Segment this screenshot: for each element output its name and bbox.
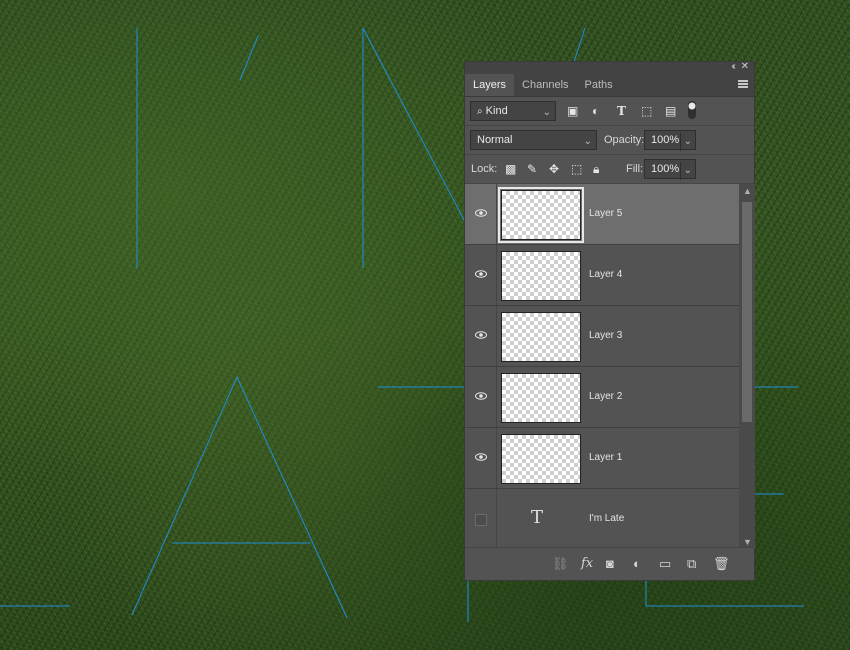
layers-scrollbar[interactable]: ▲ ▼ (739, 184, 755, 549)
tab-paths[interactable]: Paths (577, 74, 621, 96)
opacity-value: 100% (651, 134, 680, 146)
layer-thumbnail[interactable] (501, 434, 581, 484)
layer-thumbnail[interactable] (498, 187, 584, 243)
layer-row-layer-1[interactable]: Layer 1 (465, 428, 739, 489)
add-mask-icon[interactable]: ◙ (606, 556, 614, 572)
layer-row-layer-2[interactable]: Layer 2 (465, 367, 739, 428)
smart-object-filter-icon[interactable]: ▤ (665, 103, 676, 119)
layers-bottom-toolbar: ⛓ fx ◙ ◐ ▭ ⧉ 🗑︎ (465, 547, 754, 580)
lock-image-pixels-icon[interactable]: ✎ (527, 161, 537, 177)
close-icon[interactable]: ✕ (741, 61, 749, 72)
adjustment-layer-icon[interactable]: ◐ (633, 556, 641, 572)
eye-icon (475, 453, 487, 461)
image-filter-icon[interactable]: ▣ (567, 103, 578, 119)
layer-name[interactable]: Layer 1 (589, 428, 622, 488)
visibility-toggle[interactable] (465, 367, 497, 427)
scroll-up-arrow-icon[interactable]: ▲ (743, 186, 752, 196)
guide-line (236, 376, 348, 619)
layer-row-layer-5[interactable]: Layer 5 (465, 184, 739, 245)
fill-value: 100% (651, 163, 680, 175)
blend-mode-select[interactable]: Normal ⌄ (470, 130, 597, 150)
filter-kind-select[interactable]: ⌕ Kind ⌄ (470, 101, 556, 121)
layers-panel: ‹‹ ✕ Layers Channels Paths ⌕ Kind ⌄ ▣ ◐ … (464, 61, 755, 581)
panel-title-bar[interactable]: ‹‹ ✕ (465, 61, 754, 74)
layer-name[interactable]: Layer 2 (589, 367, 622, 427)
filter-row: ⌕ Kind ⌄ ▣ ◐ T ⬚ ▤ (465, 97, 754, 126)
eye-icon (475, 209, 487, 217)
layer-row-layer-3[interactable]: Layer 3 (465, 306, 739, 367)
layer-thumbnail[interactable] (501, 373, 581, 423)
fx-icon[interactable]: fx (581, 556, 593, 572)
visibility-toggle[interactable] (465, 245, 497, 305)
collapse-panel-icon[interactable]: ‹‹ (731, 61, 735, 72)
fill-field[interactable]: 100% ⌄ (644, 159, 696, 180)
delete-icon[interactable]: 🗑︎ (713, 556, 730, 572)
shape-filter-icon[interactable]: ⬚ (641, 103, 652, 119)
layer-thumbnail[interactable] (501, 312, 581, 362)
lock-all-icon[interactable]: 🔒︎ (593, 161, 599, 177)
layer-name[interactable]: Layer 5 (589, 184, 622, 244)
blend-mode-value: Normal (477, 134, 513, 146)
opacity-label: Opacity: (604, 134, 645, 146)
layer-row-im-late[interactable]: T I'm Late (465, 489, 739, 549)
blend-row: Normal ⌄ Opacity: 100% ⌄ (465, 126, 754, 155)
guide-line (239, 35, 259, 81)
tab-channels[interactable]: Channels (514, 74, 576, 96)
filter-toggle-icon[interactable] (687, 100, 697, 124)
type-filter-icon[interactable]: T (617, 103, 626, 119)
layer-thumbnail[interactable] (501, 251, 581, 301)
hidden-visibility-box[interactable] (475, 514, 487, 526)
eye-icon (475, 331, 487, 339)
lock-artboard-icon[interactable]: ⬚ (571, 161, 582, 177)
chevron-down-icon: ⌄ (542, 107, 551, 118)
layer-row-layer-4[interactable]: Layer 4 (465, 245, 739, 306)
visibility-toggle[interactable] (465, 306, 497, 366)
chevron-down-icon[interactable]: ⌄ (679, 133, 692, 151)
lock-position-icon[interactable]: ✥ (549, 161, 559, 177)
panel-menu-icon[interactable] (738, 80, 748, 88)
scrollbar-thumb[interactable] (742, 202, 752, 422)
type-layer-icon[interactable]: T (531, 507, 543, 528)
eye-icon (475, 392, 487, 400)
layers-list: Layer 5 Layer 4 Layer 3 Layer 2 Layer 1 … (465, 184, 739, 549)
chevron-down-icon[interactable]: ⌄ (679, 162, 692, 180)
link-layers-icon[interactable]: ⛓ (552, 556, 569, 572)
guide-line (362, 27, 465, 221)
scroll-down-arrow-icon[interactable]: ▼ (743, 537, 752, 547)
lock-label: Lock: (471, 163, 498, 175)
search-icon: ⌕ (477, 106, 483, 117)
new-layer-icon[interactable]: ⧉ (687, 556, 696, 572)
guide-line (573, 27, 586, 63)
tab-layers[interactable]: Layers (465, 74, 515, 96)
opacity-field[interactable]: 100% ⌄ (644, 130, 696, 151)
adjustment-filter-icon[interactable]: ◐ (592, 103, 599, 119)
new-group-icon[interactable]: ▭ (659, 556, 671, 572)
layer-name[interactable]: Layer 3 (589, 306, 622, 366)
lock-row: Lock: ▩ ✎ ✥ ⬚ 🔒︎ Fill: 100% ⌄ (465, 155, 754, 184)
layer-name[interactable]: I'm Late (589, 489, 624, 549)
panel-tabs: Layers Channels Paths (465, 74, 754, 97)
fill-label: Fill: (626, 163, 644, 175)
eye-icon (475, 270, 487, 278)
visibility-toggle[interactable] (465, 184, 497, 244)
lock-transparent-pixels-icon[interactable]: ▩ (505, 161, 516, 177)
visibility-toggle[interactable] (465, 428, 497, 488)
chevron-down-icon: ⌄ (583, 136, 592, 147)
layer-name[interactable]: Layer 4 (589, 245, 622, 305)
filter-kind-value: Kind (485, 105, 508, 117)
guide-line (131, 376, 238, 616)
visibility-toggle[interactable] (465, 489, 497, 549)
